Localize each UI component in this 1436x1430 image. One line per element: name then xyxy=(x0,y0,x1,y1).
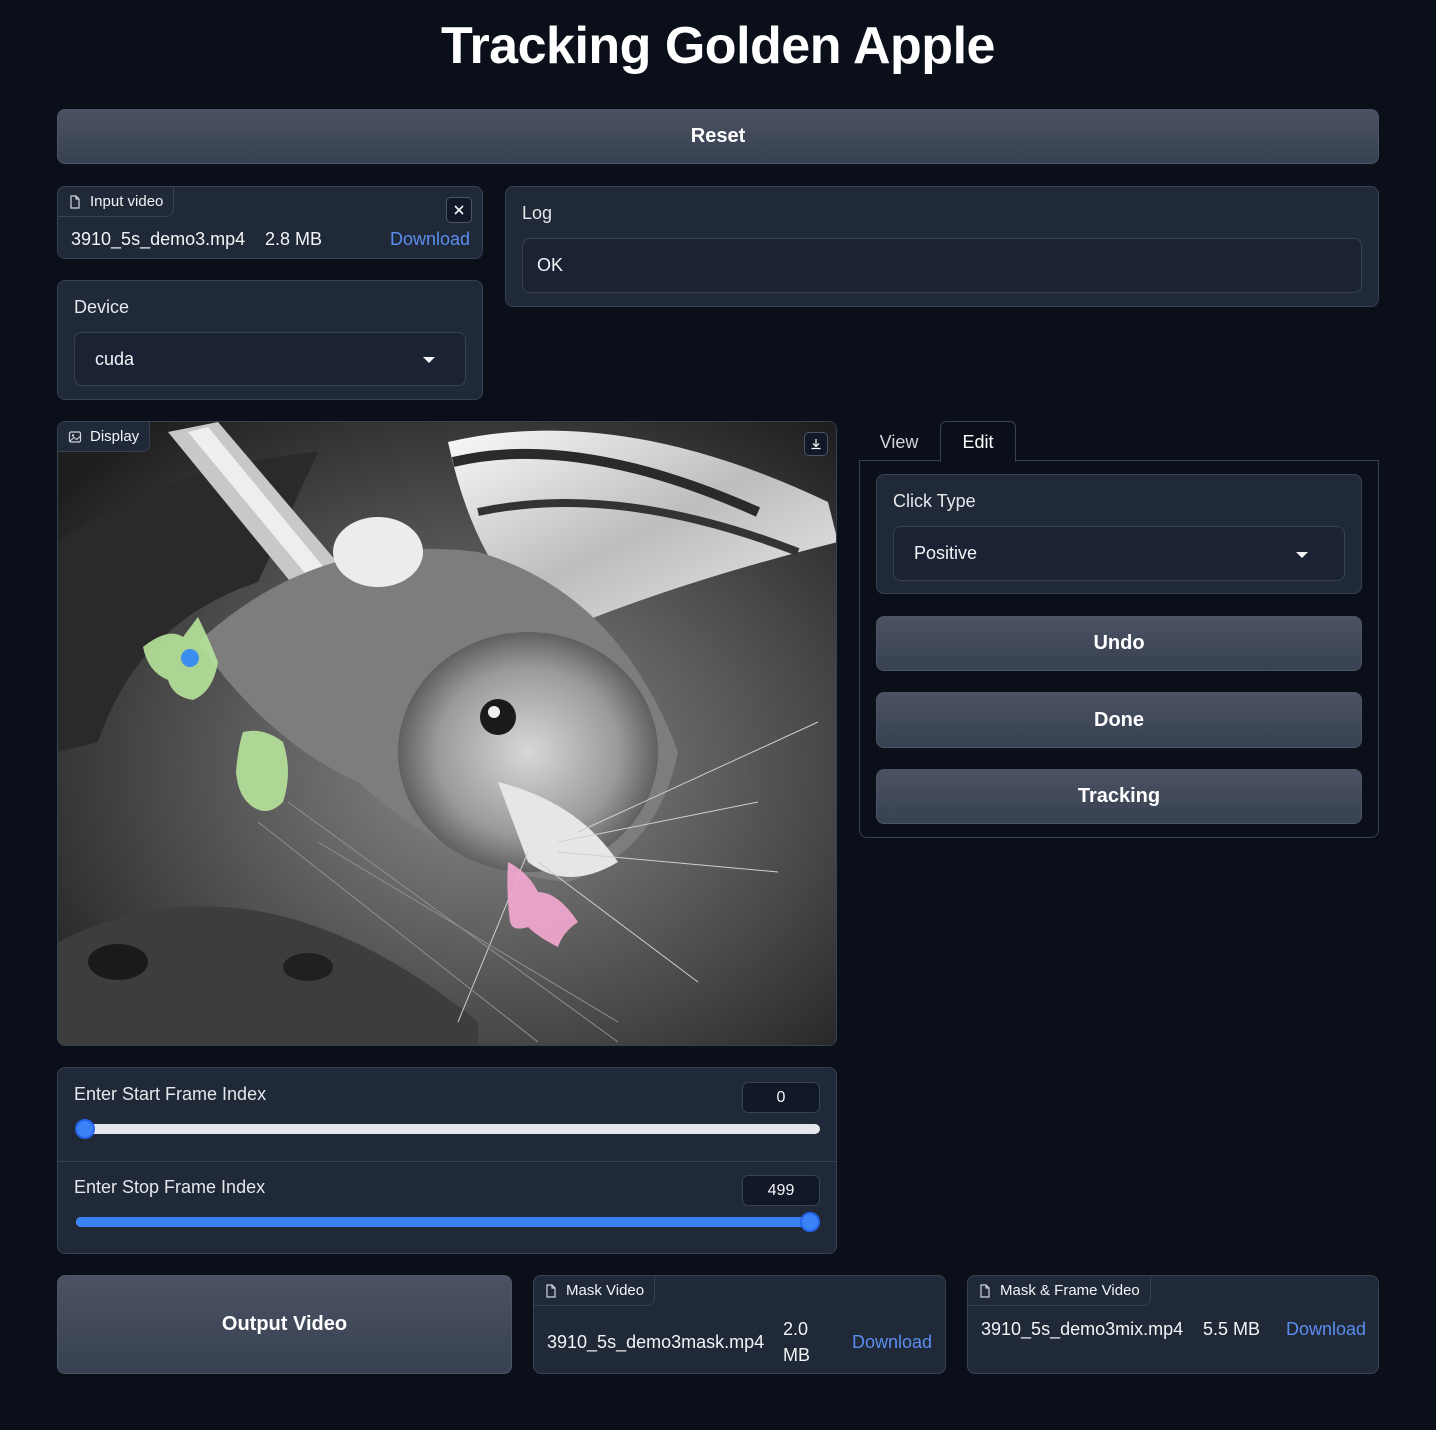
close-icon[interactable] xyxy=(446,197,472,223)
display-panel: Display xyxy=(57,421,837,1046)
mix-video-download-link[interactable]: Download xyxy=(1286,1319,1366,1340)
tab-view[interactable]: View xyxy=(860,422,938,462)
mask-video-panel: Mask Video 3910_5s_demo3mask.mp4 2.0 MB … xyxy=(533,1275,946,1374)
device-dropdown[interactable]: cuda xyxy=(74,332,466,386)
tracking-button-label: Tracking xyxy=(1077,785,1161,807)
chevron-down-icon xyxy=(423,357,435,363)
undo-button[interactable]: Undo xyxy=(876,616,1362,671)
tracking-button[interactable]: Tracking xyxy=(876,769,1362,824)
display-tag: Display xyxy=(58,422,151,452)
page-title: Tracking Golden Apple xyxy=(441,17,995,75)
click-type-panel: Click Type Positive xyxy=(876,474,1362,594)
start-frame-label: Enter Start Frame Index xyxy=(74,1084,267,1104)
file-icon xyxy=(70,194,80,209)
input-video-download-link[interactable]: Download xyxy=(390,229,470,250)
mix-video-tag: Mask & Frame Video xyxy=(967,1275,1151,1306)
log-panel: Log OK xyxy=(505,186,1379,307)
device-value: cuda xyxy=(95,348,135,369)
log-label: Log xyxy=(522,203,553,223)
mask-video-filename: 3910_5s_demo3mask.mp4 xyxy=(547,1332,765,1352)
log-textbox[interactable]: OK xyxy=(522,238,1362,293)
mix-video-tag-label: Mask & Frame Video xyxy=(1000,1282,1140,1299)
reset-button[interactable]: Reset xyxy=(57,109,1379,164)
display-tag-label: Display xyxy=(90,428,140,445)
input-video-panel: Input video 3910_5s_demo3.mp4 2.8 MB Dow… xyxy=(57,186,483,259)
mask-video-tag-label: Mask Video xyxy=(566,1282,645,1299)
input-video-size: 2.8 MB xyxy=(265,229,323,249)
device-panel: Device cuda xyxy=(57,280,483,400)
image-icon xyxy=(68,430,82,443)
stop-frame-slider-fill xyxy=(76,1217,810,1227)
click-type-value: Positive xyxy=(914,543,978,563)
tab-edit-label: Edit xyxy=(962,431,994,452)
frame-sliders-panel: Enter Start Frame Index 0 Enter Stop Fra… xyxy=(57,1067,837,1254)
tab-edit[interactable]: Edit xyxy=(940,421,1016,462)
start-frame-slider-track[interactable] xyxy=(76,1124,820,1134)
mix-video-size: 5.5 MB xyxy=(1203,1319,1261,1339)
undo-button-label: Undo xyxy=(1093,632,1145,654)
start-frame-input[interactable]: 0 xyxy=(742,1082,820,1113)
stop-frame-label: Enter Stop Frame Index xyxy=(74,1177,266,1197)
display-image[interactable] xyxy=(58,422,837,1046)
log-value: OK xyxy=(537,255,564,275)
reset-button-label: Reset xyxy=(690,125,746,147)
tab-view-label: View xyxy=(879,431,919,452)
input-video-tag: Input video xyxy=(57,186,175,217)
file-icon xyxy=(546,1283,556,1298)
slider-divider xyxy=(58,1161,836,1162)
mask-video-tag: Mask Video xyxy=(533,1275,656,1306)
mix-video-filename: 3910_5s_demo3mix.mp4 xyxy=(981,1319,1184,1339)
start-frame-slider-handle[interactable] xyxy=(75,1119,95,1139)
mix-video-panel: Mask & Frame Video 3910_5s_demo3mix.mp4 … xyxy=(967,1275,1379,1374)
file-icon xyxy=(980,1283,990,1298)
device-label: Device xyxy=(74,297,130,317)
click-type-label: Click Type xyxy=(893,491,976,511)
mask-video-download-link[interactable]: Download xyxy=(852,1332,932,1353)
input-video-tag-label: Input video xyxy=(90,193,164,210)
download-icon[interactable] xyxy=(804,432,828,456)
input-video-filename: 3910_5s_demo3.mp4 xyxy=(71,229,246,249)
click-type-dropdown[interactable]: Positive xyxy=(893,526,1345,581)
mask-video-size-number: 2.0 xyxy=(783,1319,809,1339)
stop-frame-input[interactable]: 499 xyxy=(742,1175,820,1206)
done-button[interactable]: Done xyxy=(876,692,1362,748)
done-button-label: Done xyxy=(1094,708,1144,731)
output-video-button-label: Output Video xyxy=(221,1313,348,1335)
output-video-button[interactable]: Output Video xyxy=(57,1275,512,1374)
stop-frame-slider-handle[interactable] xyxy=(800,1212,820,1232)
mask-video-size-unit: MB xyxy=(783,1345,810,1365)
chevron-down-icon xyxy=(1296,551,1308,558)
